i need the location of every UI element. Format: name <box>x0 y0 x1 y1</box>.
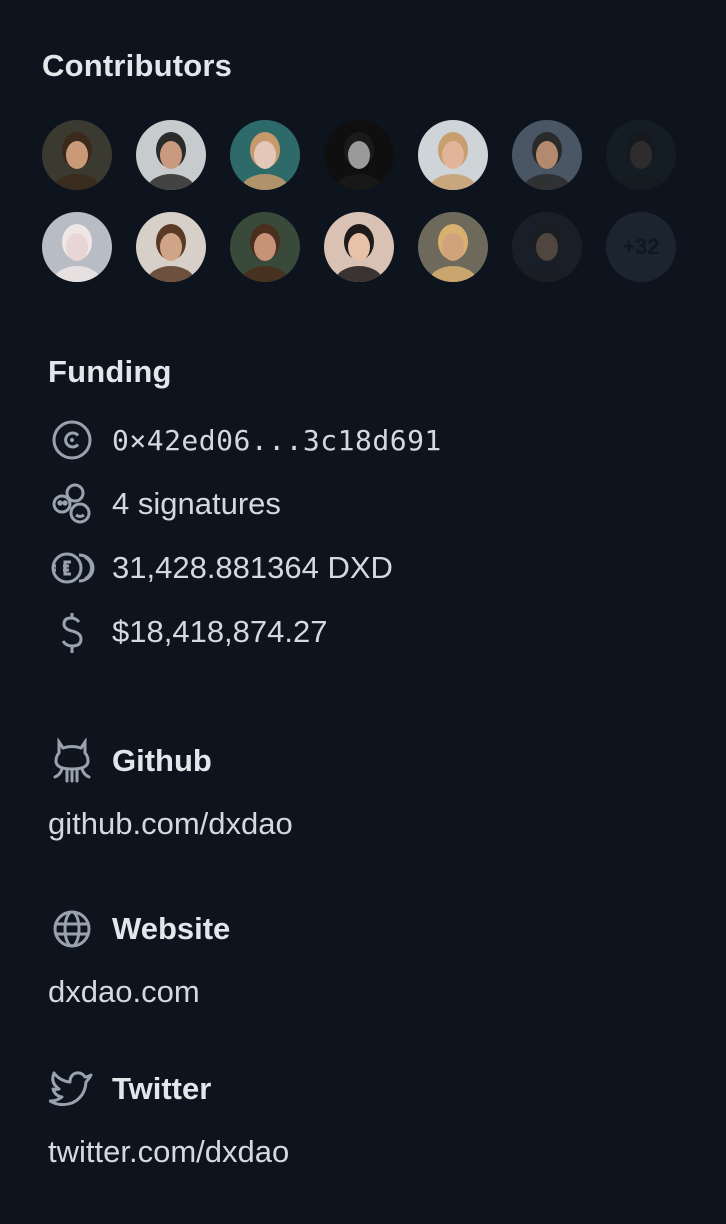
contributor-avatar[interactable] <box>230 120 300 190</box>
website-title: Website <box>112 911 231 946</box>
github-header: Github <box>48 737 212 785</box>
contributor-avatar[interactable] <box>418 212 488 282</box>
contributors-row <box>42 120 682 190</box>
funding-signatures: 4 signatures <box>112 486 281 521</box>
contributor-avatar[interactable] <box>512 212 582 282</box>
contributor-avatar[interactable] <box>42 212 112 282</box>
funding-balance-row: 31,428.881364 DXD <box>48 544 393 592</box>
funding-usd-row: $18,418,874.27 <box>48 608 328 656</box>
website-header: Website <box>48 905 230 953</box>
signatures-icon <box>48 480 96 528</box>
contributor-avatar[interactable] <box>512 120 582 190</box>
contributors-row: +32 <box>42 212 682 282</box>
twitter-link[interactable]: twitter.com/dxdao <box>48 1134 289 1170</box>
contributors-title: Contributors <box>42 48 233 83</box>
contributor-avatar[interactable] <box>136 212 206 282</box>
twitter-title: Twitter <box>112 1071 212 1106</box>
contributor-avatar[interactable] <box>606 120 676 190</box>
contributor-avatar[interactable] <box>324 212 394 282</box>
contributors-grid: +32 <box>42 120 682 304</box>
dollar-icon <box>48 608 96 656</box>
contributor-avatar[interactable] <box>42 120 112 190</box>
website-link[interactable]: dxdao.com <box>48 974 200 1010</box>
project-sidebar: Contributors +32 Funding 0×42ed06...3c18… <box>0 0 726 1224</box>
github-title: Github <box>112 743 212 778</box>
coins-icon <box>48 544 96 592</box>
funding-title: Funding <box>48 354 172 389</box>
more-contributors-button[interactable]: +32 <box>606 212 676 282</box>
globe-icon <box>48 905 96 953</box>
funding-balance: 31,428.881364 DXD <box>112 550 393 585</box>
funding-address: 0×42ed06...3c18d691 <box>112 423 442 457</box>
twitter-header: Twitter <box>48 1065 211 1113</box>
funding-signatures-row: 4 signatures <box>48 480 281 528</box>
twitter-icon <box>48 1065 96 1113</box>
github-icon <box>48 737 96 785</box>
contributor-avatar[interactable] <box>324 120 394 190</box>
contributor-avatar[interactable] <box>230 212 300 282</box>
funding-usd: $18,418,874.27 <box>112 614 328 649</box>
funding-address-row[interactable]: 0×42ed06...3c18d691 <box>48 416 442 464</box>
contributor-avatar[interactable] <box>136 120 206 190</box>
github-link[interactable]: github.com/dxdao <box>48 806 293 842</box>
copyright-circle-icon <box>48 416 96 464</box>
contributor-avatar[interactable] <box>418 120 488 190</box>
